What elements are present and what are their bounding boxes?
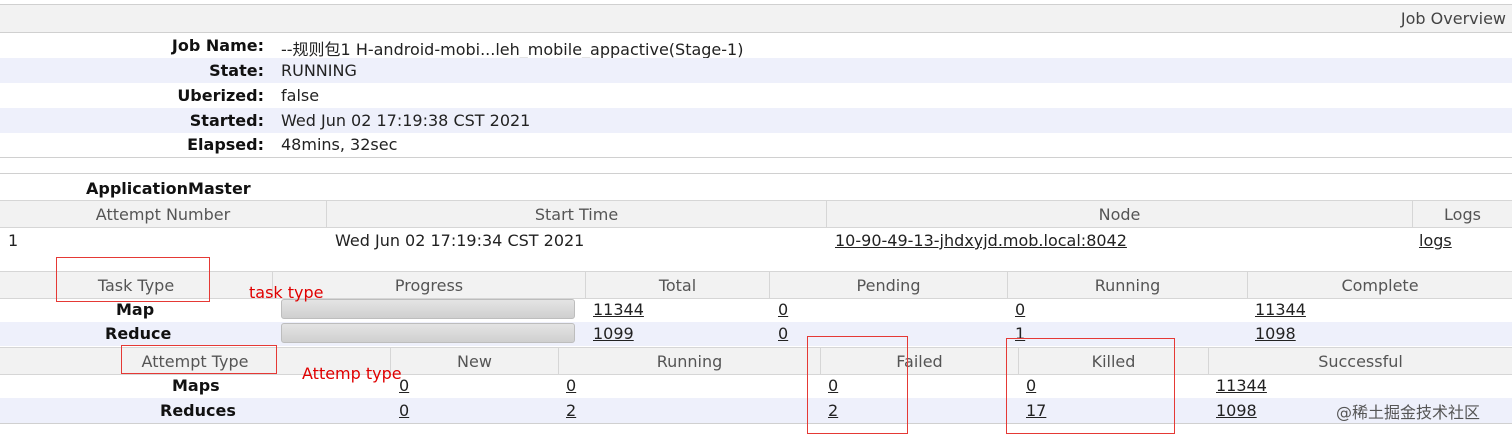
failed-column-highlight-box (807, 336, 908, 434)
started-value: Wed Jun 02 17:19:38 CST 2021 (281, 111, 531, 130)
task-col-complete[interactable]: Complete (1247, 272, 1512, 298)
maps-successful-link[interactable]: 11344 (1216, 376, 1267, 395)
maps-running-link[interactable]: 0 (566, 376, 576, 395)
overview-row-state: State: RUNNING (0, 58, 1512, 83)
am-col-attempt-number[interactable]: Attempt Number (0, 201, 326, 227)
am-col-logs[interactable]: Logs (1412, 201, 1512, 227)
am-header-row: Attempt Number Start Time Node Logs (0, 200, 1512, 228)
overview-row-job-name: Job Name: --规则包1 H-android-mobi...leh_mo… (0, 33, 1512, 59)
task-col-pending[interactable]: Pending (769, 272, 1007, 298)
killed-column-highlight-box (1006, 338, 1175, 434)
overview-header: Job Overview (0, 5, 1512, 32)
attempt-type-maps: Maps (172, 376, 220, 395)
watermark-text: @稀土掘金技术社区 (1336, 403, 1481, 422)
attempt-row-maps: Maps 0 0 0 0 11344 (0, 374, 1512, 398)
job-name-label: Job Name: (171, 36, 264, 55)
uberized-value: false (281, 86, 320, 105)
overview-row-started: Started: Wed Jun 02 17:19:38 CST 2021 (0, 108, 1512, 133)
am-title: ApplicationMaster (86, 179, 251, 198)
overview-row-uberized: Uberized: false (0, 83, 1512, 108)
uberized-label: Uberized: (177, 86, 264, 105)
reduces-running-link[interactable]: 2 (566, 401, 576, 420)
started-label: Started: (189, 111, 264, 130)
elapsed-value: 48mins, 32sec (281, 135, 398, 154)
am-col-start-time[interactable]: Start Time (326, 201, 826, 227)
attempt-type-highlight-box (121, 345, 277, 374)
task-row-map: Map 11344 0 0 11344 (0, 298, 1512, 322)
reduces-new-link[interactable]: 0 (399, 401, 409, 420)
overview-row-elapsed: Elapsed: 48mins, 32sec (0, 133, 1512, 157)
am-data-row: 1 Wed Jun 02 17:19:34 CST 2021 10-90-49-… (0, 228, 1512, 254)
attempt-col-new[interactable]: New (390, 348, 558, 374)
map-running-link[interactable]: 0 (1015, 300, 1025, 319)
task-row-reduce: Reduce 1099 0 1 1098 (0, 322, 1512, 346)
reduces-successful-link[interactable]: 1098 (1216, 401, 1257, 420)
task-type-annotation: task type (249, 283, 324, 302)
task-type-map: Map (116, 300, 155, 319)
state-label: State: (209, 61, 264, 80)
task-header-row: Task Type Progress Total Pending Running… (0, 271, 1512, 299)
reduce-total-link[interactable]: 1099 (593, 324, 634, 343)
reduce-progress-bar (281, 323, 575, 343)
map-pending-link[interactable]: 0 (778, 300, 788, 319)
task-col-total[interactable]: Total (585, 272, 769, 298)
attempt-type-annotation: Attemp type (302, 364, 402, 383)
attempt-col-running[interactable]: Running (558, 348, 820, 374)
map-complete-link[interactable]: 11344 (1255, 300, 1306, 319)
attempt-row-reduces: Reduces 0 2 2 17 1098 (0, 398, 1512, 423)
task-col-running[interactable]: Running (1007, 272, 1247, 298)
map-total-link[interactable]: 11344 (593, 300, 644, 319)
am-attempt-number: 1 (8, 231, 19, 250)
reduce-complete-link[interactable]: 1098 (1255, 324, 1296, 343)
task-type-reduce: Reduce (105, 324, 172, 343)
am-start-time: Wed Jun 02 17:19:34 CST 2021 (335, 231, 585, 250)
reduce-pending-link[interactable]: 0 (778, 324, 788, 343)
attempt-type-reduces: Reduces (160, 401, 236, 420)
job-name-value: --规则包1 H-android-mobi...leh_mobile_appac… (281, 40, 744, 59)
attempt-col-successful[interactable]: Successful (1208, 348, 1512, 374)
am-col-node[interactable]: Node (826, 201, 1412, 227)
map-progress-bar (281, 299, 575, 319)
state-value: RUNNING (281, 61, 357, 80)
am-logs-link[interactable]: logs (1419, 231, 1452, 250)
overview-title: Job Overview (1400, 9, 1506, 28)
elapsed-label: Elapsed: (187, 135, 264, 154)
task-type-highlight-box (56, 257, 210, 302)
am-node-link[interactable]: 10-90-49-13-jhdxyjd.mob.local:8042 (835, 231, 1127, 250)
